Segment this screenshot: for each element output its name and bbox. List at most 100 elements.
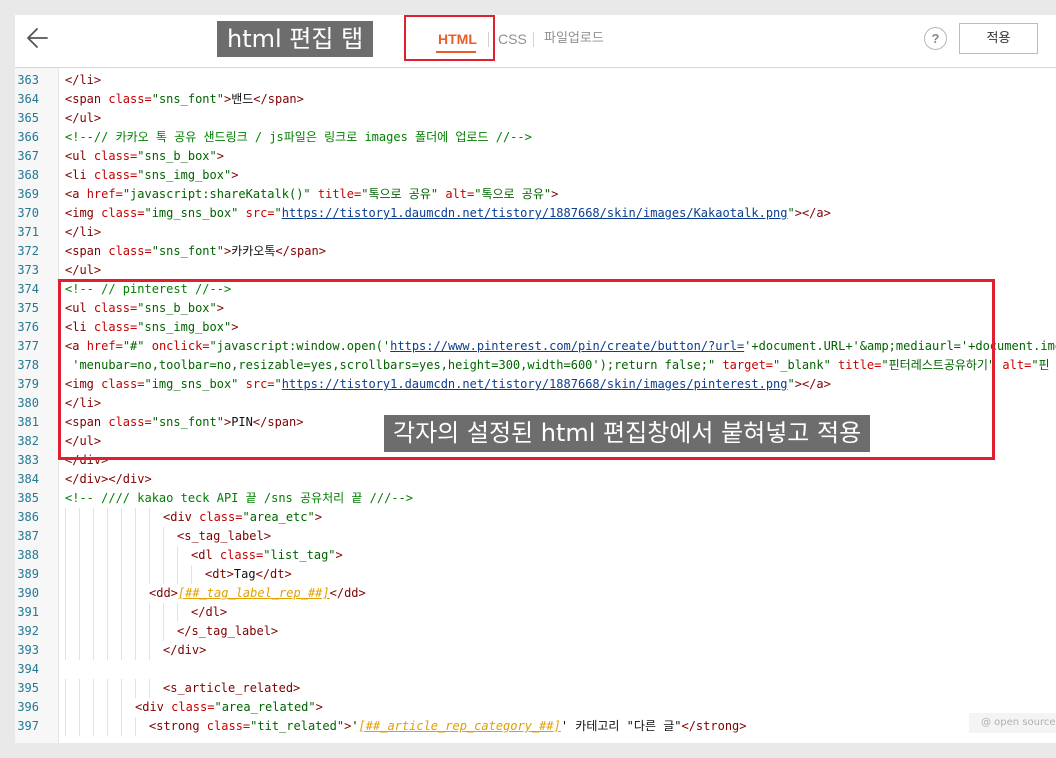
code-token[interactable]: https://tistory1.daumcdn.net/tistory/188…	[282, 377, 788, 391]
code-token: <!-- // pinterest //-->	[65, 282, 232, 296]
code-line[interactable]: 391 </dl>	[15, 603, 1056, 622]
code-text: </div>	[65, 451, 108, 470]
code-token: onclick=	[144, 339, 210, 353]
back-button[interactable]	[25, 25, 51, 51]
indent-guide	[121, 546, 122, 565]
code-line[interactable]: 396 <div class="area_related">	[15, 698, 1056, 717]
code-line[interactable]: 397 <strong class="tit_related">'[##_arti…	[15, 717, 1056, 736]
code-token: "img_sns_box"	[144, 206, 239, 220]
help-button[interactable]: ?	[924, 27, 947, 50]
code-token: <!--// 카카오 톡 공유 샌드링크 / js파일은 링크로 images …	[65, 130, 532, 144]
code-line[interactable]: 371 </li>	[15, 223, 1056, 242]
tab-file-upload[interactable]: 파일업로드	[544, 29, 604, 49]
indent-guide	[107, 527, 108, 546]
code-line[interactable]: 363 </li>	[15, 71, 1056, 90]
tab-html[interactable]: HTML	[438, 29, 477, 49]
code-token: <!-- //// kakao teck API 끝 /sns 공유처리 끝 /…	[65, 491, 414, 505]
apply-button[interactable]: 적용	[959, 23, 1038, 54]
arrow-left-icon	[27, 28, 48, 48]
indent-guide	[79, 698, 80, 717]
indent-guide	[149, 679, 150, 698]
code-token: "sns_font"	[151, 92, 224, 106]
indent-guide	[93, 527, 94, 546]
code-line[interactable]: 368 <li class="sns_img_box">	[15, 166, 1056, 185]
indent-guide	[149, 546, 150, 565]
code-line[interactable]: 377 <a href="#" onclick="javascript:windo…	[15, 337, 1056, 356]
code-token[interactable]: https://www.pinterest.com/pin/create/but…	[390, 339, 744, 353]
indent-guide	[65, 508, 66, 527]
line-number: 375	[17, 301, 39, 315]
line-number: 396	[17, 700, 39, 714]
code-line[interactable]: 364 <span class="sns_font">밴드</span>	[15, 90, 1056, 109]
code-token: [##_article_rep_category_##]	[358, 719, 561, 733]
code-line[interactable]: 384 </div></div>	[15, 470, 1056, 489]
code-text: <s_tag_label>	[177, 527, 271, 546]
code-line[interactable]: 393 </div>	[15, 641, 1056, 660]
indent-guide	[65, 679, 66, 698]
code-line[interactable]: 376 <li class="sns_img_box">	[15, 318, 1056, 337]
editor-window: html 편집 탭 HTML CSS 파일업로드 ? 적용 363 </li> 36…	[15, 15, 1056, 743]
line-number: 364	[17, 92, 39, 106]
code-line[interactable]: 389 <dt>Tag</dt>	[15, 565, 1056, 584]
code-token: 카카오톡	[231, 244, 276, 258]
code-line[interactable]: 386 <div class="area_etc">	[15, 508, 1056, 527]
code-line[interactable]: 388 <dl class="list_tag">	[15, 546, 1056, 565]
code-line[interactable]: 367 <ul class="sns_b_box">	[15, 147, 1056, 166]
code-line[interactable]: 369 <a href="javascript:shareKatalk()" ti…	[15, 185, 1056, 204]
code-line[interactable]: 370 <img class="img_sns_box" src="https:/…	[15, 204, 1056, 223]
line-number: 382	[17, 434, 39, 448]
code-token: "sns_font"	[151, 415, 224, 429]
indent-guide	[93, 584, 94, 603]
code-line[interactable]: 379 <img class="img_sns_box" src="https:/…	[15, 375, 1056, 394]
indent-guide	[65, 565, 66, 584]
code-line[interactable]: 394	[15, 660, 1056, 679]
code-line[interactable]: 380 </li>	[15, 394, 1056, 413]
code-line[interactable]: 374 <!-- // pinterest //-->	[15, 280, 1056, 299]
code-token: 'menubar=no,toolbar=no,resizable=yes,scr…	[65, 358, 716, 372]
code-line[interactable]: 378 'menubar=no,toolbar=no,resizable=yes…	[15, 356, 1056, 375]
code-token: <ul	[65, 149, 94, 163]
tab-divider	[533, 32, 534, 47]
code-line[interactable]: 383 </div>	[15, 451, 1056, 470]
code-token: <span	[65, 415, 109, 429]
code-line[interactable]: 395 <s_article_related>	[15, 679, 1056, 698]
code-token: ></a>	[794, 206, 831, 220]
code-token: >	[315, 700, 323, 714]
code-token: <strong	[149, 719, 207, 733]
code-token: "핀터레스트공유하기"	[881, 358, 996, 372]
code-token[interactable]: https://tistory1.daumcdn.net/tistory/188…	[282, 206, 788, 220]
code-token: href=	[86, 339, 123, 353]
code-token: <s_tag_label>	[177, 529, 271, 543]
code-token: "javascript:window.open('	[209, 339, 391, 353]
code-line[interactable]: 385 <!-- //// kakao teck API 끝 /sns 공유처리 …	[15, 489, 1056, 508]
indent-guide	[135, 527, 136, 546]
code-token: class=	[93, 301, 138, 315]
indent-guide	[79, 527, 80, 546]
editor-toolbar: html 편집 탭 HTML CSS 파일업로드 ? 적용	[15, 15, 1056, 68]
code-token: "	[274, 377, 282, 391]
line-number: 371	[17, 225, 39, 239]
code-editor[interactable]: 363 </li> 364 <span class="sns_font">밴드</sp…	[15, 68, 1056, 743]
code-token: </div>	[65, 453, 109, 467]
code-line[interactable]: 387 <s_tag_label>	[15, 527, 1056, 546]
indent-guide	[177, 546, 178, 565]
indent-guide	[121, 679, 122, 698]
code-line[interactable]: 366 <!--// 카카오 톡 공유 샌드링크 / js파일은 링크로 imag…	[15, 128, 1056, 147]
indent-guide	[107, 641, 108, 660]
code-token: class=	[219, 548, 264, 562]
code-line[interactable]: 375 <ul class="sns_b_box">	[15, 299, 1056, 318]
code-token: src=	[238, 206, 275, 220]
code-line[interactable]: 373 </ul>	[15, 261, 1056, 280]
indent-guide	[163, 546, 164, 565]
indent-guide	[93, 546, 94, 565]
line-number: 370	[17, 206, 39, 220]
indent-guide	[65, 717, 66, 736]
code-line[interactable]: 390 <dd>[##_tag_label_rep_##]</dd>	[15, 584, 1056, 603]
indent-guide	[107, 565, 108, 584]
code-line[interactable]: 392 </s_tag_label>	[15, 622, 1056, 641]
code-text: <!-- // pinterest //-->	[65, 280, 231, 299]
code-line[interactable]: 365 </ul>	[15, 109, 1056, 128]
code-line[interactable]: 372 <span class="sns_font">카카오톡</span>	[15, 242, 1056, 261]
tab-css[interactable]: CSS	[498, 29, 527, 49]
annotation-paste-instruction: 각자의 설정된 html 편집창에서 붙혀넣고 적용	[384, 415, 871, 452]
